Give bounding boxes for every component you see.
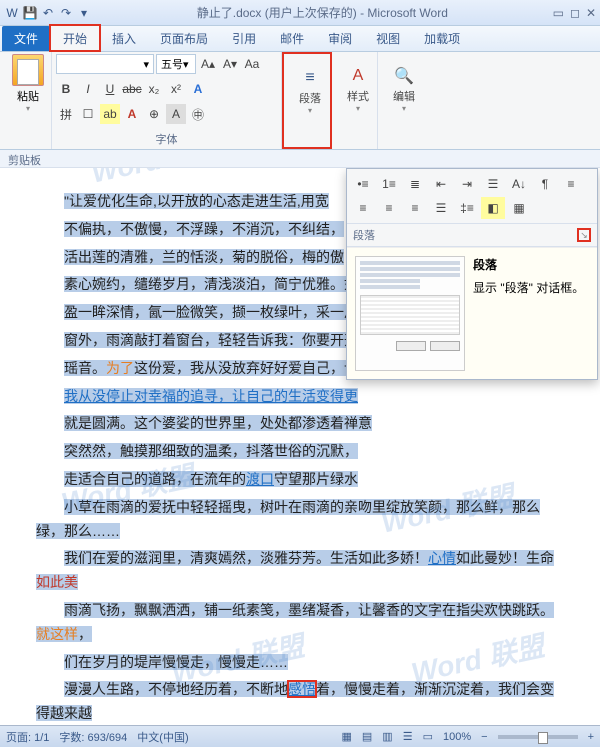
indent-inc-icon[interactable]: ⇥ (455, 173, 479, 195)
tab-view[interactable]: 视图 (364, 26, 412, 51)
view-print-icon[interactable]: ▦ (341, 730, 351, 743)
tab-mailings[interactable]: 邮件 (268, 26, 316, 51)
line-spacing-icon[interactable]: ‡≡ (455, 197, 479, 219)
align-center-icon[interactable]: ≡ (351, 197, 375, 219)
document-area[interactable]: "让爱优化生命,以开放的心态走进生活,用宽 不偏执，不傲慢，不浮躁，不消沉，不纠… (0, 168, 600, 728)
app-icon: W (4, 5, 20, 21)
paste-button[interactable]: 粘贴 ▾ (4, 54, 52, 113)
qat-more-icon[interactable]: ▾ (76, 5, 92, 21)
justify-icon[interactable]: ≡ (403, 197, 427, 219)
align-left-icon[interactable]: ≡ (559, 173, 583, 195)
tab-references[interactable]: 引用 (220, 26, 268, 51)
text-effects-icon[interactable]: A (188, 79, 208, 99)
window-title: 静止了.docx (用户上次保存的) - Microsoft Word (92, 4, 553, 21)
styles-group: A 样式 ▾ (332, 52, 378, 149)
zoom-slider[interactable] (498, 735, 578, 739)
tab-file[interactable]: 文件 (2, 26, 50, 51)
font-group: ▾ 五号 ▾ A▴ A▾ Aa B I U abc x₂ x² A 拼 ☐ ab… (52, 52, 282, 149)
highlight-icon[interactable]: ab (100, 104, 120, 124)
maximize-icon[interactable]: ◻ (570, 6, 580, 20)
phonetic-icon[interactable]: 拼 (56, 104, 76, 124)
view-outline-icon[interactable]: ☰ (403, 730, 413, 743)
find-icon: 🔍 (394, 66, 414, 86)
multilevel-icon[interactable]: ≣ (403, 173, 427, 195)
bold-icon[interactable]: B (56, 79, 76, 99)
font-color-icon[interactable]: A (122, 104, 142, 124)
change-case-icon[interactable]: Aa (242, 54, 262, 74)
undo-icon[interactable]: ↶ (40, 5, 56, 21)
shading-icon[interactable]: ◧ (481, 197, 505, 219)
asian-align-icon[interactable]: ☰ (481, 173, 505, 195)
zoom-level[interactable]: 100% (443, 731, 471, 743)
grow-font-icon[interactable]: A▴ (198, 54, 218, 74)
close-icon[interactable]: ✕ (586, 6, 596, 20)
paragraph-button[interactable]: ≡ 段落 ▾ (288, 56, 332, 126)
status-lang[interactable]: 中文(中国) (137, 729, 188, 745)
view-web-icon[interactable]: ▥ (382, 730, 392, 743)
paragraph-tooltip: 段落 显示 "段落" 对话框。 (347, 247, 597, 379)
styles-button[interactable]: A 样式 ▾ (336, 54, 380, 124)
distribute-icon[interactable]: ☰ (429, 197, 453, 219)
align-right-icon[interactable]: ≡ (377, 197, 401, 219)
status-bar: 页面: 1/1 字数: 693/694 中文(中国) ▦ ▤ ▥ ☰ ▭ 100… (0, 725, 600, 747)
underline-icon[interactable]: U (100, 79, 120, 99)
tab-insert[interactable]: 插入 (100, 26, 148, 51)
sort-icon[interactable]: A↓ (507, 173, 531, 195)
status-words[interactable]: 字数: 693/694 (59, 729, 127, 745)
paragraph-popup: •≡ 1≡ ≣ ⇤ ⇥ ☰ A↓ ¶ ≡ ≡ ≡ ≡ ☰ ‡≡ ◧ ▦ 段落 ↘ (346, 168, 598, 380)
font-family-combo[interactable]: ▾ (56, 54, 154, 74)
tab-addins[interactable]: 加载项 (412, 26, 472, 51)
editing-group: 🔍 编辑 ▾ (378, 52, 424, 149)
minimize-icon[interactable]: ▭ (553, 6, 564, 20)
ribbon: 粘贴 ▾ ▾ 五号 ▾ A▴ A▾ Aa B I U abc x₂ x² A 拼… (0, 52, 600, 150)
asian-layout-icon[interactable]: ⊕ (144, 104, 164, 124)
enclose-char-icon[interactable]: ㊥ (188, 104, 208, 124)
save-icon[interactable]: 💾 (22, 5, 38, 21)
tab-home[interactable]: 开始 (50, 25, 100, 51)
indent-dec-icon[interactable]: ⇤ (429, 173, 453, 195)
popup-group-label: 段落 (353, 227, 375, 243)
paragraph-group: ≡ 段落 ▾ (282, 52, 332, 149)
char-shading-icon[interactable]: A (166, 104, 186, 124)
tooltip-title: 段落 (473, 256, 584, 273)
styles-icon: A (348, 66, 368, 86)
strike-icon[interactable]: abc (122, 79, 142, 99)
italic-icon[interactable]: I (78, 79, 98, 99)
dialog-thumbnail (355, 256, 465, 371)
show-marks-icon[interactable]: ¶ (533, 173, 557, 195)
dialog-launcher-icon[interactable]: ↘ (577, 228, 591, 242)
align-icon: ≡ (300, 68, 320, 88)
zoom-in-icon[interactable]: + (588, 731, 594, 743)
view-draft-icon[interactable]: ▭ (423, 730, 433, 743)
borders-icon[interactable]: ▦ (507, 197, 531, 219)
view-read-icon[interactable]: ▤ (362, 730, 372, 743)
ribbon-tabs: 文件 开始 插入 页面布局 引用 邮件 审阅 视图 加载项 (0, 26, 600, 52)
tooltip-body: 显示 "段落" 对话框。 (473, 279, 584, 296)
clipboard-icon (12, 54, 44, 86)
shrink-font-icon[interactable]: A▾ (220, 54, 240, 74)
clipboard-label: 剪贴板 (0, 150, 600, 168)
tab-review[interactable]: 审阅 (316, 26, 364, 51)
zoom-out-icon[interactable]: − (481, 731, 487, 743)
status-page[interactable]: 页面: 1/1 (6, 729, 49, 745)
paragraph-tools: •≡ 1≡ ≣ ⇤ ⇥ ☰ A↓ ¶ ≡ ≡ ≡ ≡ ☰ ‡≡ ◧ ▦ (347, 169, 597, 224)
editing-button[interactable]: 🔍 编辑 ▾ (382, 54, 426, 124)
numbering-icon[interactable]: 1≡ (377, 173, 401, 195)
superscript-icon[interactable]: x² (166, 79, 186, 99)
bullets-icon[interactable]: •≡ (351, 173, 375, 195)
font-size-combo[interactable]: 五号 ▾ (156, 54, 196, 74)
redo-icon[interactable]: ↷ (58, 5, 74, 21)
subscript-icon[interactable]: x₂ (144, 79, 164, 99)
tab-layout[interactable]: 页面布局 (148, 26, 220, 51)
border-char-icon[interactable]: ☐ (78, 104, 98, 124)
